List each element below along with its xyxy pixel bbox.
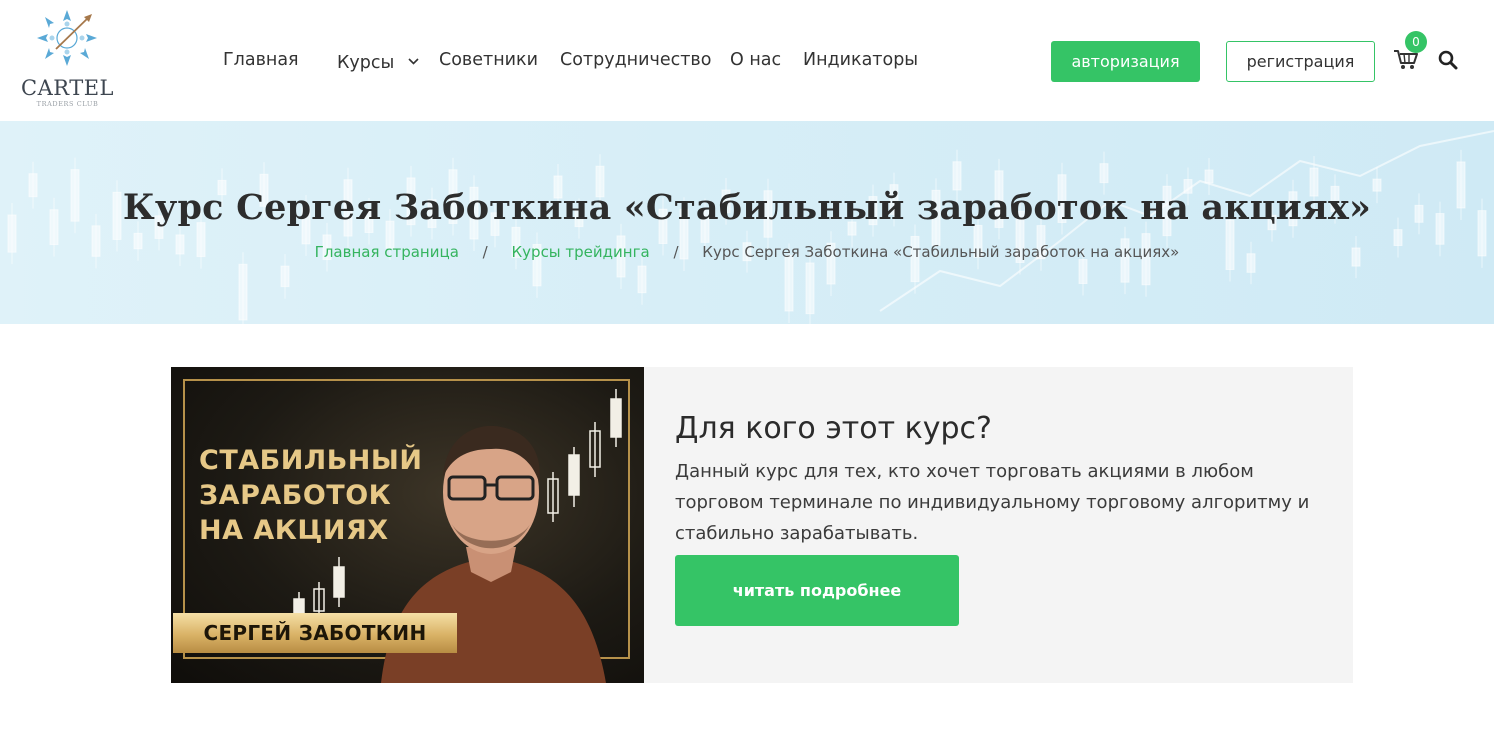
nav-item-advisors[interactable]: Советники [439,50,538,70]
nav-item-label: Главная [223,50,299,70]
course-banner-image[interactable]: СТАБИЛЬНЫЙ ЗАРАБОТОК НА АКЦИЯХ СЕРГЕЙ ЗА… [171,367,644,683]
logo-title: CARTEL [21,76,114,100]
search-icon[interactable] [1438,50,1458,70]
course-card: СТАБИЛЬНЫЙ ЗАРАБОТОК НА АКЦИЯХ СЕРГЕЙ ЗА… [171,367,1353,683]
login-button[interactable]: авторизация [1051,41,1200,82]
breadcrumb-home-link[interactable]: Главная страница [315,243,459,261]
logo-subtitle: TRADERS CLUB [36,100,99,108]
chevron-down-icon [408,50,419,70]
breadcrumb: Главная страница / Курсы трейдинга / Кур… [0,243,1494,261]
nav-item-partnership[interactable]: Сотрудничество [560,50,711,70]
nav-item-indicators[interactable]: Индикаторы [803,50,918,70]
banner-title-line: СТАБИЛЬНЫЙ [199,445,423,476]
logo[interactable]: CARTEL TRADERS CLUB [20,8,115,112]
page-hero: Курс Сергея Заботкина «Стабильный зарабо… [0,121,1494,324]
breadcrumb-separator: / [673,243,679,261]
nav-item-courses[interactable]: Курсы [337,50,419,73]
page-title: Курс Сергея Заботкина «Стабильный зарабо… [122,187,1372,228]
nav-item-label: Индикаторы [803,50,919,70]
breadcrumb-courses-link[interactable]: Курсы трейдинга [512,243,650,261]
banner-title-line: НА АКЦИЯХ [199,515,389,546]
course-heading: Для кого этот курс? [675,411,992,446]
read-more-button[interactable]: читать подробнее [675,555,959,626]
register-button[interactable]: регистрация [1226,41,1375,82]
site-header: CARTEL TRADERS CLUB Главная Курсы Советн… [0,0,1494,121]
logo-compass-icon [37,10,97,66]
breadcrumb-current: Курс Сергея Заботкина «Стабильный зарабо… [702,243,1180,261]
cart-count-badge: 0 [1405,31,1427,53]
nav-item-about[interactable]: О нас [730,50,781,70]
nav-item-label: О нас [730,50,782,70]
banner-author-name: СЕРГЕЙ ЗАБОТКИН [173,613,457,653]
breadcrumb-separator: / [482,243,488,261]
banner-title: СТАБИЛЬНЫЙ ЗАРАБОТОК НА АКЦИЯХ [199,443,422,548]
nav-item-label: Советники [439,50,538,70]
course-description: Данный курс для тех, кто хочет торговать… [675,461,1310,544]
nav-item-label: Сотрудничество [560,50,712,70]
banner-title-line: ЗАРАБОТОК [199,480,392,511]
nav-item-label: Курсы [337,53,395,73]
nav-item-home[interactable]: Главная [223,50,299,70]
